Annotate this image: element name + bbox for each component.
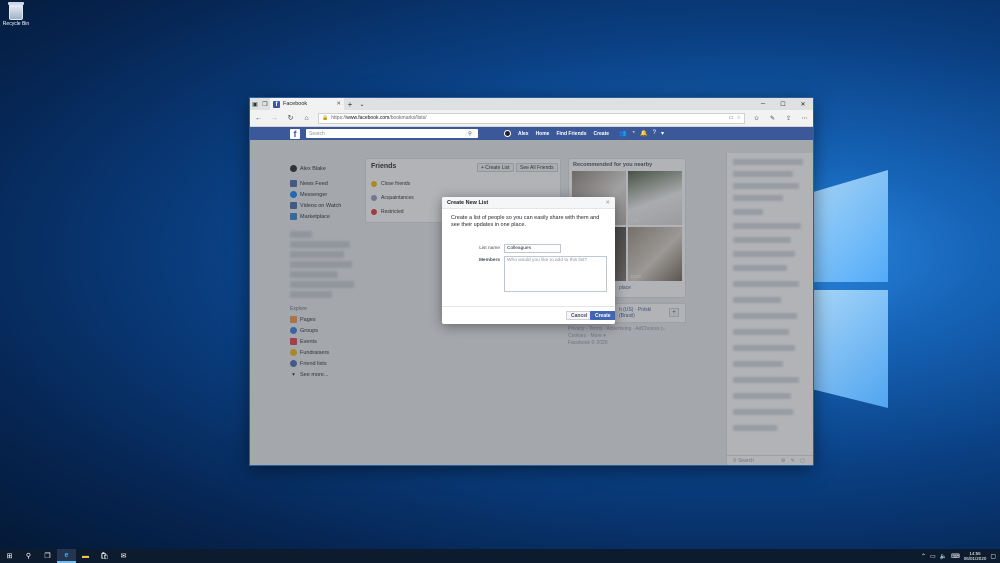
share-icon[interactable]: ⇪ <box>784 115 793 122</box>
tab-facebook[interactable]: f Facebook ✕ <box>270 98 344 110</box>
volume-icon[interactable]: 🔈 <box>940 553 947 560</box>
windows-logo-wallpaper <box>812 170 892 420</box>
tab-aside-icon[interactable]: ▣ <box>250 98 260 110</box>
mail-icon[interactable]: ✉ <box>114 549 133 563</box>
clock[interactable]: 14:55 06/01/2020 <box>964 551 987 561</box>
search-icon[interactable]: ⚲ <box>465 130 475 137</box>
close-window-icon[interactable]: ✕ <box>793 98 813 110</box>
chevron-up-icon[interactable]: ⌃ <box>921 553 926 560</box>
profile-link[interactable]: Alex <box>518 131 529 137</box>
facebook-favicon-icon: f <box>273 100 280 108</box>
start-windows-icon[interactable]: ⊞ <box>0 549 19 563</box>
create-new-list-dialog: Create New List ✕ Create a list of peopl… <box>442 197 615 324</box>
notifications-icon[interactable]: 🔔 <box>640 130 647 137</box>
messenger-icon[interactable]: ◔ <box>632 130 636 137</box>
account-menu-icon[interactable]: ▾ <box>661 130 664 137</box>
edge-browser-window: ▣ ❐ f Facebook ✕ + ⌄ ─ ☐ ✕ ← → ↻ ⌂ 🔒 htt… <box>250 98 813 465</box>
store-icon[interactable]: 🛍 <box>95 549 114 563</box>
tab-dropdown-icon[interactable]: ⌄ <box>356 98 368 110</box>
recycle-bin-label: Recycle Bin <box>2 21 30 27</box>
tab-preview-icon[interactable]: ❐ <box>260 98 270 110</box>
facebook-logo-icon[interactable]: f <box>290 128 300 139</box>
recycle-bin-desktop-icon[interactable]: Recycle Bin <box>2 2 30 27</box>
avatar[interactable] <box>504 130 511 137</box>
facebook-search-input[interactable]: Search ⚲ <box>306 129 478 138</box>
minimize-icon[interactable]: ─ <box>753 98 773 110</box>
more-menu-icon[interactable]: ⋯ <box>800 115 809 122</box>
refresh-icon[interactable]: ↻ <box>286 114 295 122</box>
reading-view-icon[interactable]: ▭ <box>729 115 734 121</box>
forward-icon[interactable]: → <box>270 115 279 122</box>
new-tab-icon[interactable]: + <box>344 98 356 110</box>
search-icon[interactable]: ⚲ <box>19 549 38 563</box>
find-friends-link[interactable]: Find Friends <box>556 131 586 137</box>
list-name-label: List name <box>479 246 500 251</box>
edge-taskbar-icon[interactable]: e <box>57 549 76 563</box>
members-label: Members <box>478 258 500 263</box>
url-text: https://www.facebook.com/bookmarks/lists… <box>331 115 427 121</box>
cancel-button[interactable]: Cancel <box>566 311 593 320</box>
pen-icon[interactable]: ✎ <box>768 115 777 122</box>
dialog-title: Create New List <box>447 199 489 206</box>
file-explorer-icon[interactable]: ▬ <box>76 549 95 563</box>
dialog-header: Create New List ✕ <box>442 197 615 209</box>
notifications-icon[interactable]: ▢ <box>990 553 996 560</box>
windows-taskbar: ⊞ ⚲ ❐ e ▬ 🛍 ✉ ⌃ ▭ 🔈 ⌨ 14:55 06/01/2020 ▢ <box>0 549 1000 563</box>
friend-requests-icon[interactable]: 👥 <box>619 130 626 137</box>
maximize-icon[interactable]: ☐ <box>773 98 793 110</box>
system-tray: ⌃ ▭ 🔈 ⌨ 14:55 06/01/2020 ▢ <box>921 551 1000 561</box>
help-icon[interactable]: ? <box>653 130 656 137</box>
lock-icon: 🔒 <box>322 115 329 121</box>
dialog-description: Create a list of people so you can easil… <box>451 215 600 228</box>
tab-bar: ▣ ❐ f Facebook ✕ + ⌄ ─ ☐ ✕ <box>250 98 813 110</box>
input-icon[interactable]: ⌨ <box>951 553 960 560</box>
favorites-icon[interactable]: ✩ <box>752 115 761 122</box>
create-link[interactable]: Create <box>593 131 609 137</box>
tab-title: Facebook <box>283 101 308 107</box>
home-link[interactable]: Home <box>536 131 550 137</box>
tab-close-icon[interactable]: ✕ <box>336 101 341 107</box>
favorite-star-icon[interactable]: ☆ <box>737 115 741 121</box>
dialog-footer: Cancel Create <box>442 306 615 324</box>
recycle-bin-icon <box>8 2 24 20</box>
facebook-header: f Search ⚲ Alex Home Find Friends Create… <box>250 127 813 140</box>
create-button[interactable]: Create <box>590 311 615 320</box>
task-view-icon[interactable]: ❐ <box>38 549 57 563</box>
address-bar[interactable]: 🔒 https://www.facebook.com/bookmarks/lis… <box>318 112 745 124</box>
address-toolbar: ← → ↻ ⌂ 🔒 https://www.facebook.com/bookm… <box>250 110 813 127</box>
close-icon[interactable]: ✕ <box>605 200 610 206</box>
home-icon[interactable]: ⌂ <box>302 115 311 122</box>
network-icon[interactable]: ▭ <box>930 553 936 560</box>
list-name-input[interactable]: Colleagues <box>504 244 561 253</box>
members-input[interactable]: Who would you like to add to this list? <box>504 256 607 292</box>
back-icon[interactable]: ← <box>254 115 263 122</box>
